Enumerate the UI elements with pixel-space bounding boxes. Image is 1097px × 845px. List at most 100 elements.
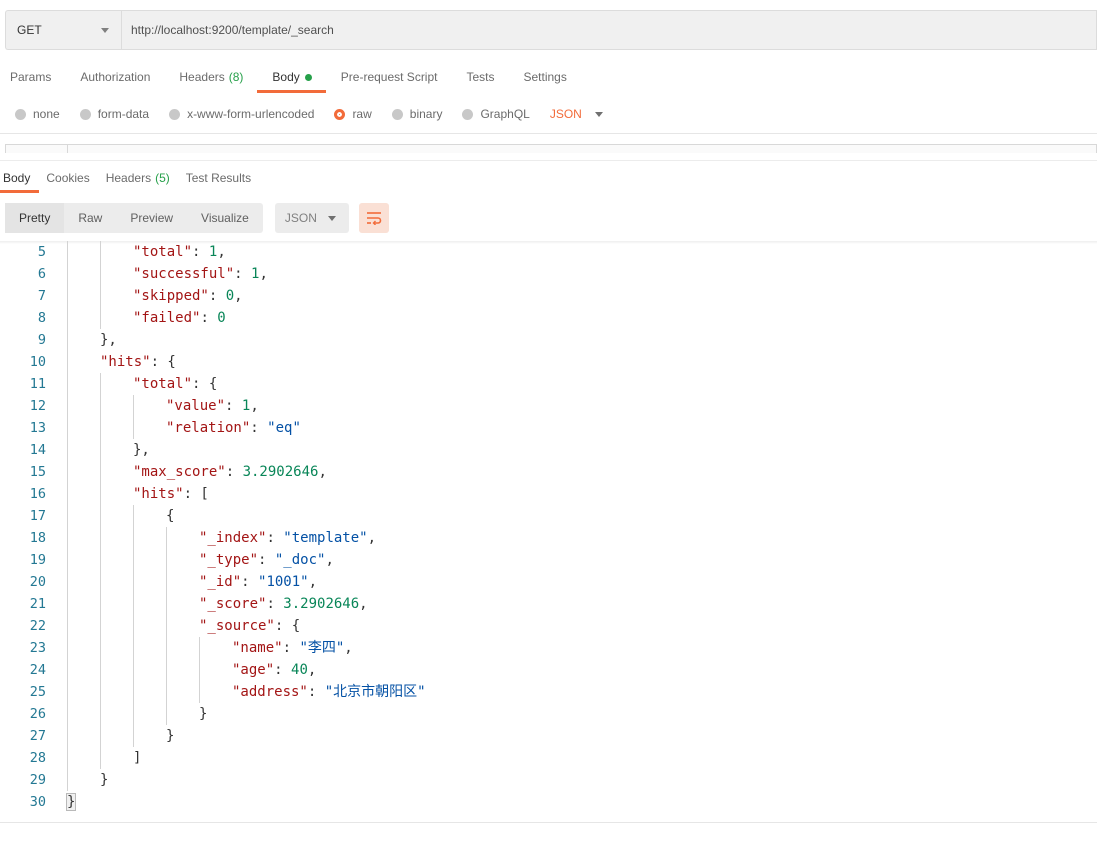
indent-guide	[133, 527, 134, 549]
response-tab-body[interactable]: Body	[0, 164, 40, 193]
indent-guide	[67, 439, 68, 461]
code-line: 21 "_score": 3.2902646,	[0, 593, 1097, 615]
code-text: }	[100, 769, 108, 791]
indent-guide	[100, 747, 101, 769]
json-key: "name"	[232, 640, 283, 656]
radio-none[interactable]: none	[15, 107, 60, 121]
divider	[0, 133, 1097, 134]
json-number: 3.2902646	[242, 464, 319, 480]
response-format-select[interactable]: JSON	[274, 203, 349, 233]
body-format-select[interactable]: JSON	[550, 107, 603, 121]
chevron-down-icon	[594, 111, 603, 117]
code-text: {	[166, 505, 174, 527]
radio-circle-icon	[79, 108, 91, 120]
radio-binary[interactable]: binary	[391, 107, 443, 121]
indent-guide	[67, 527, 68, 549]
json-punctuation: ,	[344, 640, 353, 656]
code-text: }	[199, 703, 207, 725]
json-number: 0	[217, 310, 226, 326]
chevron-down-icon	[327, 216, 336, 221]
response-body-code[interactable]: 5 "total": 1, 6 "successful": 1, 7 "skipped":…	[0, 241, 1097, 813]
line-number: 18	[29, 530, 46, 546]
view-visualize-button[interactable]: Visualize	[187, 203, 263, 233]
code-text: }	[166, 725, 174, 747]
indent-guide	[100, 549, 101, 571]
code-line: 5 "total": 1,	[0, 241, 1097, 263]
indent-guide	[67, 461, 68, 483]
tab-label: Body	[3, 171, 31, 185]
tab-tests[interactable]: Tests	[466, 62, 494, 92]
tab-count: (8)	[228, 70, 244, 84]
code-text: "_type": "_doc",	[199, 549, 334, 571]
wrap-lines-button[interactable]	[358, 203, 389, 233]
line-number: 23	[29, 640, 46, 656]
json-key: "address"	[232, 684, 308, 700]
radio-x-www-form-urlencoded[interactable]: x-www-form-urlencoded	[169, 107, 314, 121]
indent-guide	[67, 549, 68, 571]
tab-params[interactable]: Params	[10, 62, 51, 92]
json-key: "_source"	[199, 618, 275, 634]
code-text: "_id": "1001",	[199, 571, 317, 593]
view-pretty-button[interactable]: Pretty	[5, 203, 65, 233]
radio-label: binary	[409, 107, 443, 121]
tab-pre-request-script[interactable]: Pre-request Script	[341, 62, 438, 92]
json-punctuation: ,	[318, 464, 327, 480]
radio-raw[interactable]: raw	[334, 107, 372, 121]
line-number: 13	[29, 420, 46, 436]
code-line: 8 "failed": 0	[0, 307, 1097, 329]
tab-label: Settings	[523, 70, 567, 84]
json-number: 3.2902646	[283, 596, 360, 612]
indent-guide	[67, 659, 68, 681]
code-text: "relation": "eq"	[166, 417, 301, 439]
indent-guide	[100, 681, 101, 703]
tab-label: Pre-request Script	[340, 70, 438, 84]
radio-label: x-www-form-urlencoded	[187, 107, 315, 121]
code-line: 20 "_id": "1001",	[0, 571, 1097, 593]
json-punctuation: :	[266, 596, 284, 612]
line-number: 15	[29, 464, 46, 480]
indent-guide	[100, 571, 101, 593]
indent-guide	[67, 417, 68, 439]
view-preview-button[interactable]: Preview	[116, 203, 187, 233]
radio-form-data[interactable]: form-data	[79, 107, 149, 121]
indent-guide	[133, 593, 134, 615]
indent-guide	[67, 703, 68, 725]
json-key: "hits"	[133, 486, 184, 502]
indent-guide	[166, 527, 167, 549]
json-punctuation: : {	[150, 354, 176, 370]
code-line: 10 "hits": {	[0, 351, 1097, 373]
request-body-editor[interactable]	[5, 144, 1097, 153]
tab-label: Headers	[105, 171, 152, 185]
json-number: 40	[291, 662, 308, 678]
indent-guide	[133, 505, 134, 527]
indent-guide	[100, 241, 101, 263]
method-select[interactable]: GET	[5, 10, 121, 50]
json-punctuation: }	[199, 706, 208, 722]
indent-guide	[67, 351, 68, 373]
indent-guide	[100, 593, 101, 615]
tab-settings[interactable]: Settings	[524, 62, 567, 92]
chevron-down-icon	[101, 28, 109, 33]
response-tab-headers[interactable]: Headers (5)	[103, 164, 173, 192]
indent-guide	[100, 307, 101, 329]
tab-authorization[interactable]: Authorization	[80, 62, 150, 92]
url-input[interactable]: http://localhost:9200/template/_search	[121, 10, 1097, 50]
view-raw-button[interactable]: Raw	[64, 203, 116, 233]
code-text: "total": {	[133, 373, 217, 395]
json-string: "eq"	[267, 420, 301, 436]
method-label: GET	[17, 23, 42, 37]
response-tab-test-results[interactable]: Test Results	[183, 164, 254, 192]
response-tab-cookies[interactable]: Cookies	[43, 164, 92, 192]
request-tabs: Params Authorization Headers (8) Body Pre…	[0, 62, 586, 93]
indent-guide	[133, 659, 134, 681]
indent-guide	[100, 285, 101, 307]
line-number: 6	[37, 266, 46, 282]
radio-graphql[interactable]: GraphQL	[462, 107, 530, 121]
json-punctuation: :	[258, 552, 275, 568]
radio-label: none	[33, 107, 60, 121]
tab-body[interactable]: Body	[257, 62, 327, 93]
tab-headers[interactable]: Headers (8)	[179, 62, 243, 92]
code-text: "skipped": 0,	[133, 285, 243, 307]
code-text: "successful": 1,	[133, 263, 268, 285]
indent-guide	[67, 571, 68, 593]
